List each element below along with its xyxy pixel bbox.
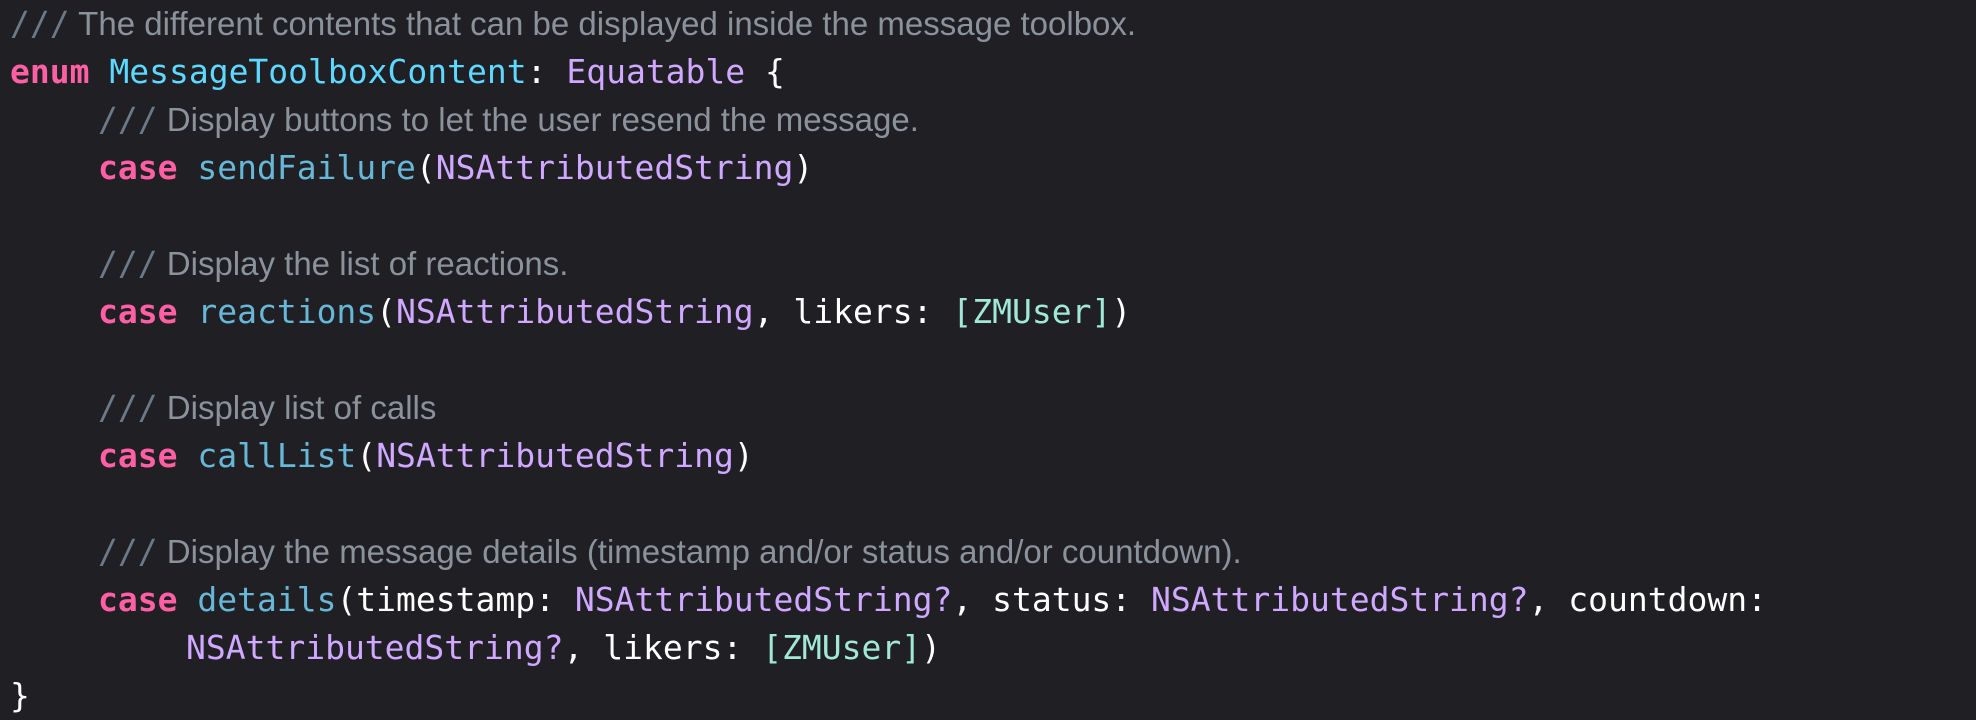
open-paren: ( xyxy=(415,148,436,187)
code-line-9: /// Display list of calls xyxy=(10,384,1976,432)
code-line-5-empty xyxy=(10,192,1976,240)
keyword-case: case xyxy=(98,436,178,475)
doc-comment-marker: /// xyxy=(10,4,70,43)
code-line-15: } xyxy=(10,672,1976,720)
code-line-4: case sendFailure(NSAttributedString) xyxy=(10,144,1976,192)
close-paren: ) xyxy=(921,628,942,667)
type-name: NSAttributedString? xyxy=(574,580,953,619)
case-name: sendFailure xyxy=(197,148,416,187)
keyword-case: case xyxy=(98,292,178,331)
separator: , status: xyxy=(952,580,1152,619)
enum-name: MessageToolboxContent xyxy=(109,52,527,91)
keyword-case: case xyxy=(98,148,178,187)
type-name: NSAttributedString xyxy=(376,436,734,475)
type-name: NSAttributedString xyxy=(396,292,754,331)
code-line-7: case reactions(NSAttributedString, liker… xyxy=(10,288,1976,336)
doc-comment-text: Display the message details (timestamp a… xyxy=(157,533,1242,570)
doc-comment-text: Display buttons to let the user resend t… xyxy=(157,101,919,138)
code-line-12: /// Display the message details (timesta… xyxy=(10,528,1976,576)
code-line-6: /// Display the list of reactions. xyxy=(10,240,1976,288)
case-name: callList xyxy=(197,436,357,475)
code-line-10: case callList(NSAttributedString) xyxy=(10,432,1976,480)
close-paren: ) xyxy=(1111,292,1132,331)
code-editor[interactable]: /// The different contents that can be d… xyxy=(0,0,1976,720)
separator: , likers: xyxy=(563,628,763,667)
separator: , countdown: xyxy=(1528,580,1767,619)
protocol-name: Equatable xyxy=(566,52,746,91)
doc-comment-text: Display list of calls xyxy=(157,389,437,426)
type-name: NSAttributedString xyxy=(435,148,794,187)
code-line-2: enum MessageToolboxContent: Equatable { xyxy=(10,48,1976,96)
separator: , likers: xyxy=(753,292,953,331)
array-type: [ZMUser] xyxy=(952,292,1112,331)
type-name: NSAttributedString? xyxy=(1151,580,1529,619)
keyword-enum: enum xyxy=(10,52,90,91)
close-paren: ) xyxy=(793,148,814,187)
case-name: reactions xyxy=(197,292,377,331)
type-name: NSAttributedString? xyxy=(186,628,564,667)
open-brace: { xyxy=(745,52,785,91)
doc-comment-marker: /// xyxy=(98,388,158,427)
doc-comment-marker: /// xyxy=(98,244,158,283)
code-line-8-empty xyxy=(10,336,1976,384)
array-type: [ZMUser] xyxy=(762,628,922,667)
close-brace: } xyxy=(10,676,30,715)
close-paren: ) xyxy=(733,436,754,475)
code-line-14: NSAttributedString?, likers: [ZMUser]) xyxy=(10,624,1976,672)
case-name: details xyxy=(197,580,337,619)
keyword-case: case xyxy=(98,580,178,619)
doc-comment-text: Display the list of reactions. xyxy=(157,245,569,282)
open-paren: (timestamp: xyxy=(336,580,575,619)
open-paren: ( xyxy=(376,292,397,331)
code-line-13: case details(timestamp: NSAttributedStri… xyxy=(10,576,1976,624)
doc-comment-text: The different contents that can be displ… xyxy=(69,5,1137,42)
doc-comment-marker: /// xyxy=(98,532,158,571)
doc-comment-marker: /// xyxy=(98,100,158,139)
code-line-1: /// The different contents that can be d… xyxy=(10,0,1976,48)
colon: : xyxy=(526,52,567,91)
code-line-11-empty xyxy=(10,480,1976,528)
code-line-3: /// Display buttons to let the user rese… xyxy=(10,96,1976,144)
open-paren: ( xyxy=(356,436,377,475)
